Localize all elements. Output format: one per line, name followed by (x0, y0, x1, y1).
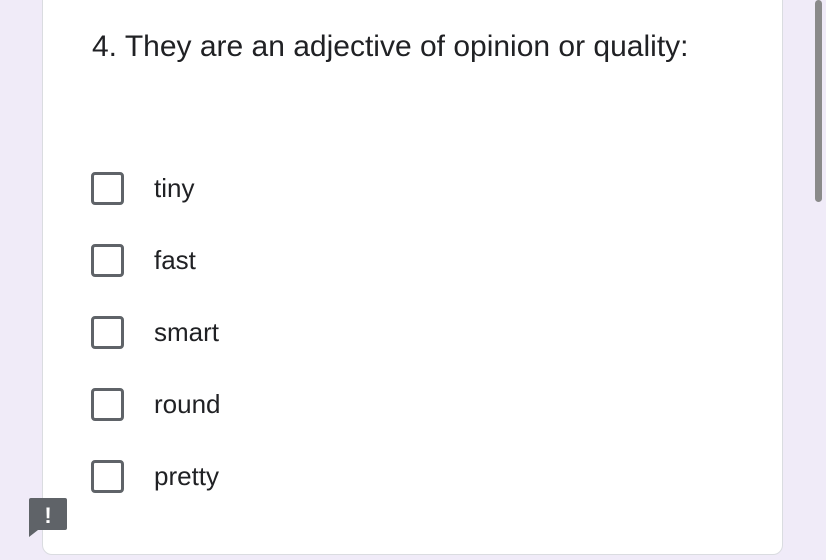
option-label: round (154, 388, 221, 419)
checkbox[interactable] (91, 171, 124, 205)
checkbox[interactable] (91, 243, 124, 277)
checkbox[interactable] (91, 459, 124, 493)
option-label: fast (154, 244, 196, 275)
option-fast[interactable]: fast (91, 240, 196, 280)
report-problem-icon: ! (29, 498, 67, 537)
question-title: 4. They are an adjective of opinion or q… (92, 30, 689, 63)
form-page: 4. They are an adjective of opinion or q… (0, 0, 826, 560)
checkbox[interactable] (91, 315, 124, 349)
report-problem-button[interactable]: ! (28, 497, 68, 537)
question-card: 4. They are an adjective of opinion or q… (42, 0, 783, 555)
checkbox[interactable] (91, 387, 124, 421)
option-label: tiny (154, 172, 195, 203)
scrollbar-thumb[interactable] (815, 0, 822, 202)
option-round[interactable]: round (91, 384, 221, 424)
option-pretty[interactable]: pretty (91, 456, 219, 496)
option-smart[interactable]: smart (91, 312, 219, 352)
option-tiny[interactable]: tiny (91, 168, 194, 208)
option-label: pretty (154, 460, 220, 491)
report-glyph: ! (44, 503, 51, 528)
option-label: smart (154, 316, 219, 347)
